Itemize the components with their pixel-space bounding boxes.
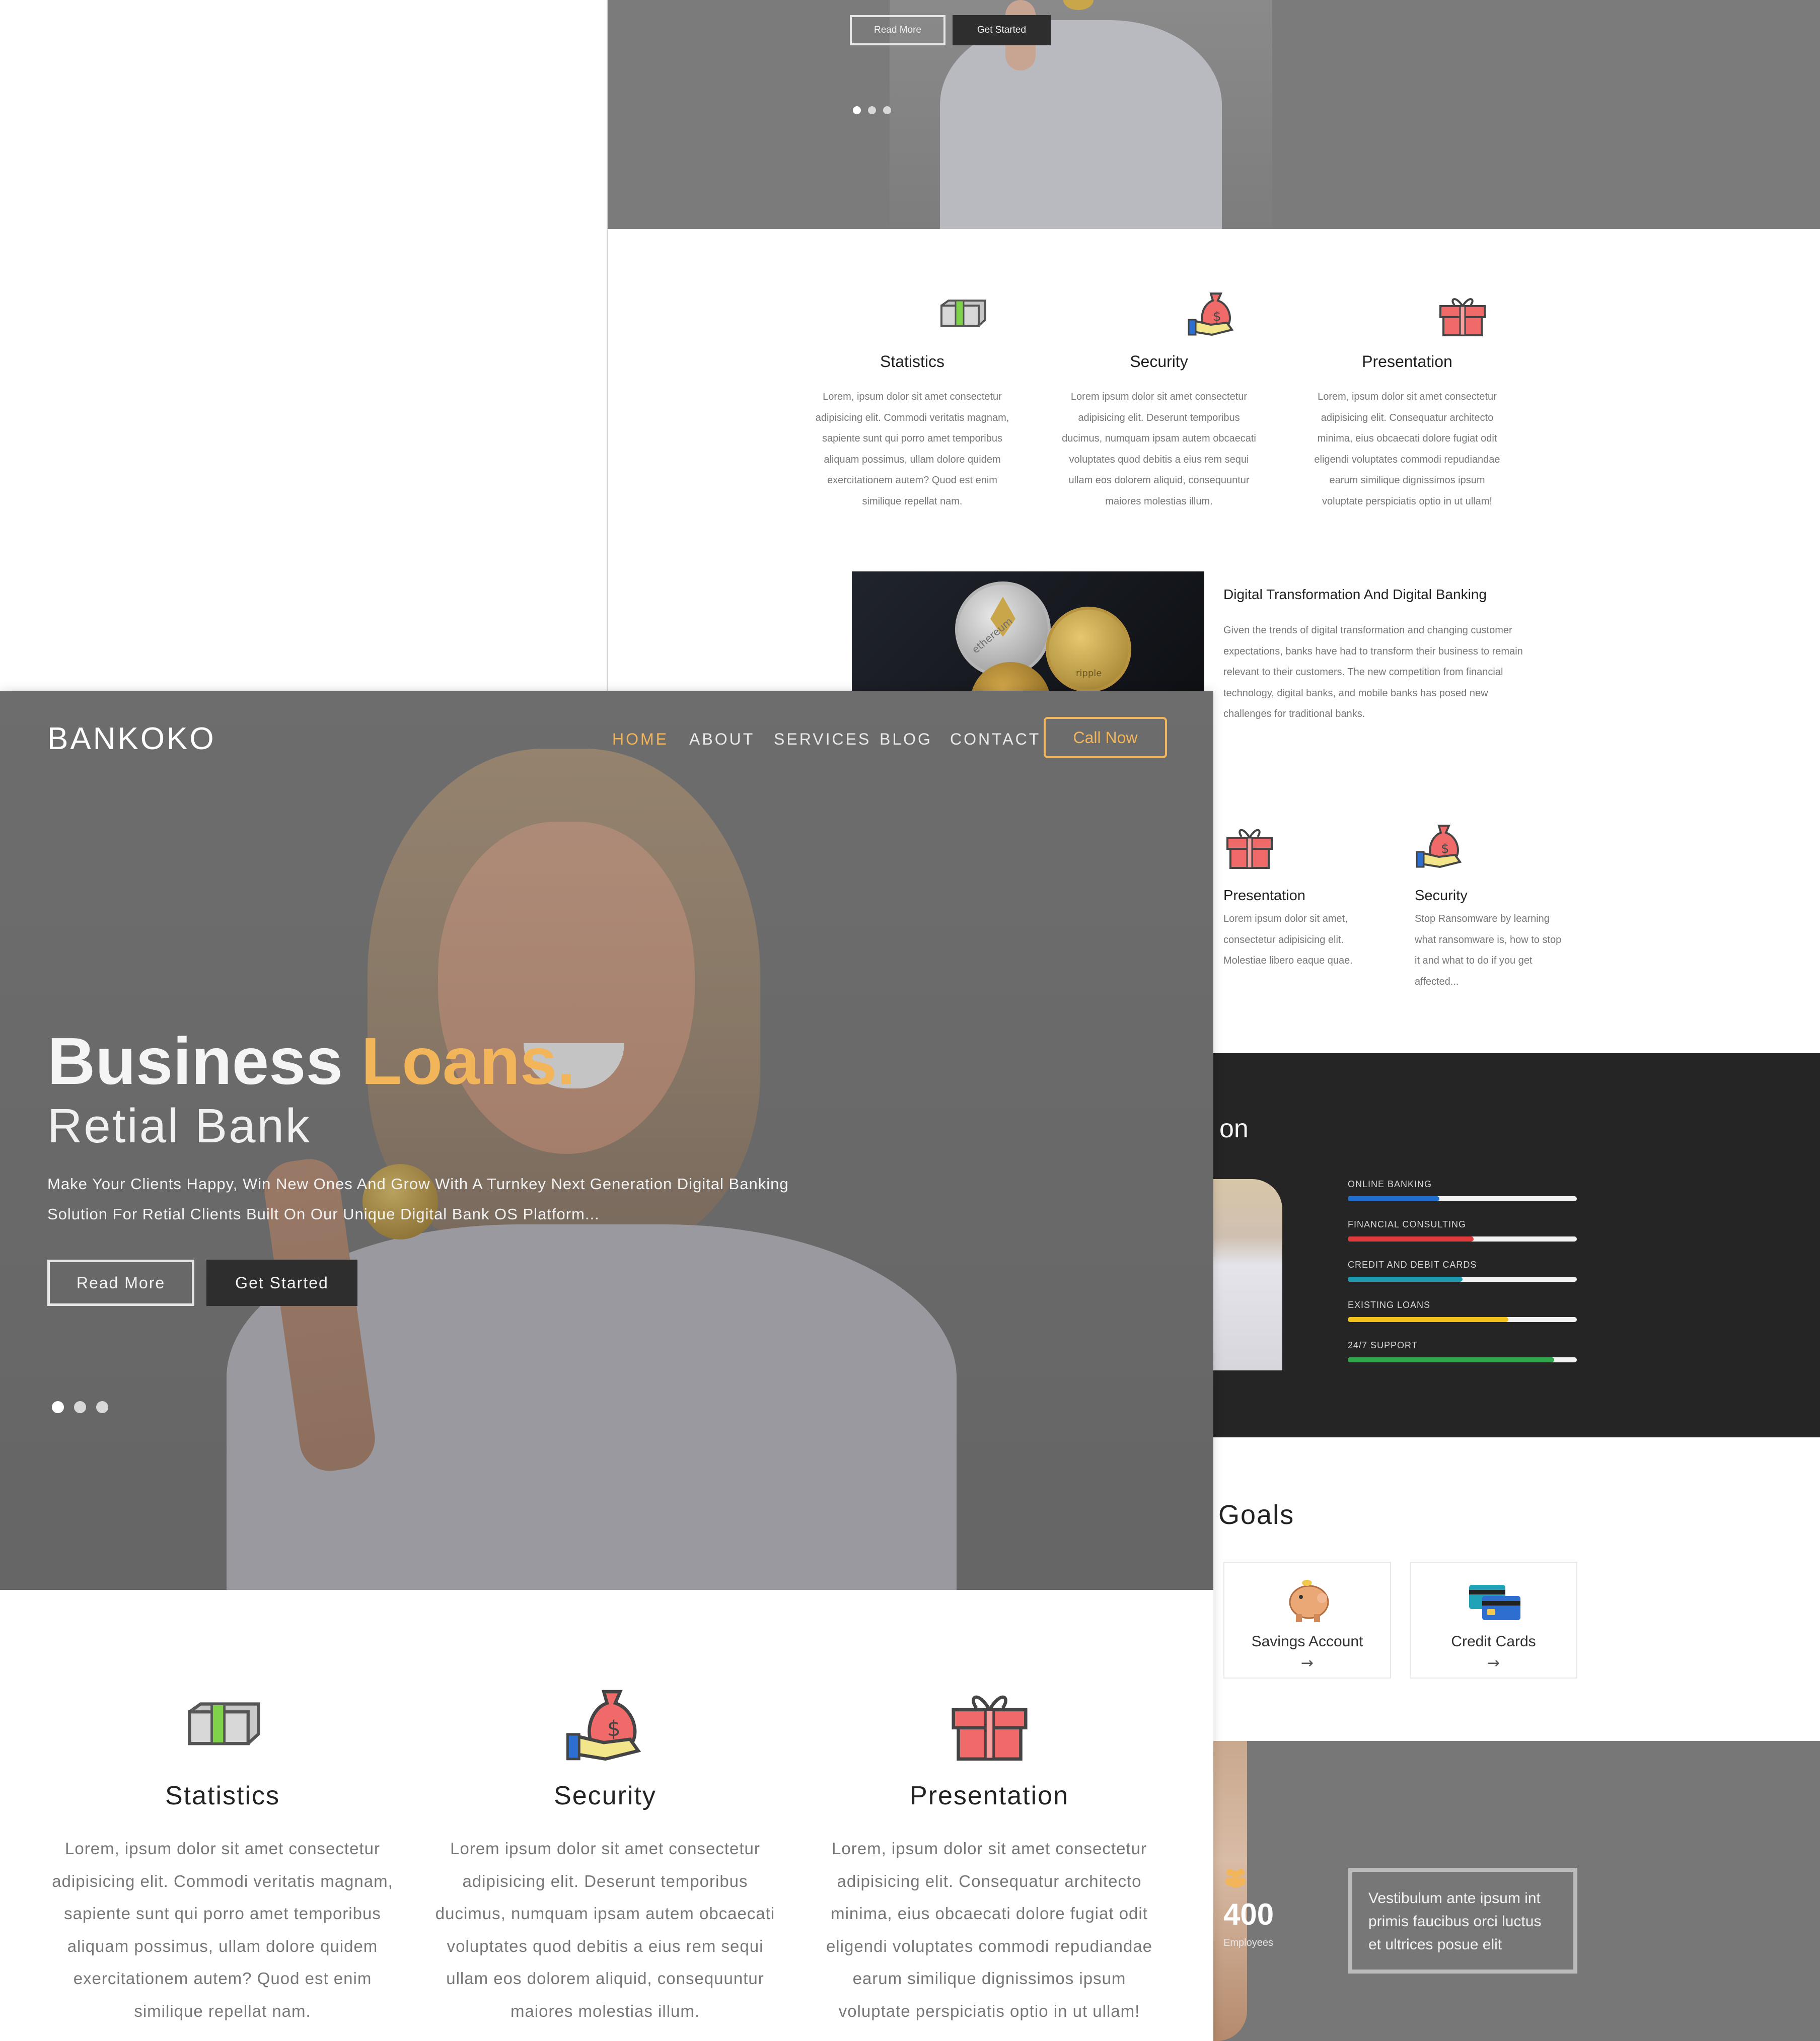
mini-feature-title-security: Security [1415, 888, 1468, 904]
feature-title-presentation: Presentation [910, 1781, 1069, 1810]
call-now-button[interactable]: Call Now [1044, 717, 1167, 758]
arrow-right-icon: → [1300, 1654, 1314, 1672]
skill-bar-label: FINANCIAL CONSULTING [1348, 1219, 1467, 1229]
nav-services[interactable]: SERVICES [774, 730, 871, 749]
skill-bar-fill [1348, 1357, 1554, 1362]
svg-text:$: $ [1441, 841, 1449, 856]
feature-text-statistics: Lorem, ipsum dolor sit amet consectetur a… [52, 1839, 393, 2020]
skill-bar-label: ONLINE BANKING [1348, 1179, 1432, 1189]
about-title: Digital Transformation And Digital Banki… [1223, 587, 1487, 602]
slider-dot-3[interactable] [96, 1401, 108, 1413]
feature-title-security: Security [1130, 352, 1188, 371]
nav-about[interactable]: ABOUT [689, 730, 755, 749]
feature-title-statistics: Statistics [165, 1781, 280, 1810]
hero-shirt [940, 20, 1222, 229]
money-bag-icon: $ [1415, 822, 1465, 872]
back-read-more-button[interactable]: Read More [850, 15, 945, 45]
feature-text-security: Lorem ipsum dolor sit amet consectetur ad… [435, 1839, 775, 2020]
skill-bar-fill [1348, 1277, 1463, 1282]
skill-bar-fill [1348, 1236, 1474, 1242]
users-icon [1223, 1864, 1248, 1889]
feature-title-security: Security [554, 1781, 657, 1810]
mini-feature-text-security: Stop Ransomware by learning what ransomwa… [1415, 913, 1562, 987]
ripple-coin [1046, 607, 1131, 692]
goal-card-savings[interactable]: Savings Account → [1223, 1562, 1391, 1679]
stats-label: Employees [1223, 1937, 1273, 1948]
read-more-button[interactable]: Read More [47, 1260, 194, 1306]
about-text: Given the trends of digital transformati… [1223, 625, 1523, 719]
slider-dot-1[interactable] [853, 106, 861, 114]
stats-number: 400 [1223, 1898, 1274, 1931]
brand-logo[interactable]: BANKOKO [47, 721, 216, 757]
hero-subtitle: Retial Bank [47, 1099, 311, 1153]
cash-icon [937, 295, 988, 335]
nav-blog[interactable]: BLOG [880, 730, 932, 749]
quote-box: Vestibulum ante ipsum int primis faucibus… [1348, 1868, 1577, 1974]
mobile-page: BANKOKO HOME ABOUT SERVICES BLOG CONTACT… [0, 691, 1213, 2041]
skill-bar-track [1348, 1357, 1577, 1362]
slider-dot-1[interactable] [52, 1401, 64, 1413]
skill-bar-track [1348, 1277, 1577, 1282]
nav-home[interactable]: HOME [612, 730, 669, 749]
hero-title-plain: Business [47, 1024, 343, 1098]
hero-section: BANKOKO HOME ABOUT SERVICES BLOG CONTACT… [0, 691, 1213, 1590]
skill-bar-label: CREDIT AND DEBIT CARDS [1348, 1260, 1477, 1270]
skill-bar-track [1348, 1236, 1577, 1242]
arrow-right-icon: → [1487, 1654, 1500, 1672]
credit-cards-icon [1467, 1583, 1522, 1623]
slider-dot-3[interactable] [883, 106, 891, 114]
feature-title-statistics: Statistics [880, 352, 945, 371]
skill-bar-label: 24/7 SUPPORT [1348, 1340, 1418, 1350]
skill-bar-fill [1348, 1196, 1439, 1201]
skills-photo [1212, 1179, 1282, 1370]
svg-text:$: $ [607, 1717, 621, 1741]
goal-label-savings: Savings Account [1251, 1633, 1363, 1650]
feature-text-security: Lorem ipsum dolor sit amet consectetur ad… [1062, 391, 1256, 507]
slider-dot-2[interactable] [868, 106, 876, 114]
goal-label-credit-cards: Credit Cards [1451, 1633, 1536, 1650]
get-started-button[interactable]: Get Started [206, 1260, 357, 1306]
goals-heading: Goals [1218, 1500, 1295, 1530]
crypto-coins-image: ethereum ripple [852, 571, 1204, 692]
feature-text-presentation: Lorem, ipsum dolor sit amet consectetur a… [826, 1839, 1153, 2020]
skill-bar-fill [1348, 1317, 1508, 1322]
gift-icon [948, 1685, 1031, 1763]
skills-heading: on [1219, 1114, 1249, 1143]
gift-icon [1437, 292, 1488, 337]
piggy-bank-icon [1286, 1574, 1331, 1624]
skill-bar-track [1348, 1317, 1577, 1322]
coin-text-ripple: ripple [1076, 668, 1102, 679]
feature-text-presentation: Lorem, ipsum dolor sit amet consectetur a… [1314, 391, 1500, 507]
hero-title-accent: Loans. [361, 1024, 575, 1098]
skill-bar-track [1348, 1196, 1577, 1201]
slider-dot-2[interactable] [74, 1401, 86, 1413]
gift-icon [1224, 822, 1275, 872]
nav-contact[interactable]: CONTACT [950, 730, 1041, 749]
cash-icon [181, 1698, 264, 1753]
hero-description: Make Your Clients Happy, Win New Ones An… [47, 1175, 789, 1223]
feature-title-presentation: Presentation [1362, 352, 1452, 371]
goal-card-credit-cards[interactable]: Credit Cards → [1410, 1562, 1577, 1679]
money-bag-icon: $ [1187, 289, 1237, 337]
back-hero: Read More Get Started [608, 0, 1820, 229]
back-get-started-button[interactable]: Get Started [953, 15, 1051, 45]
mini-feature-text-presentation: Lorem ipsum dolor sit amet, consectetur a… [1223, 913, 1353, 966]
money-bag-icon: $ [564, 1685, 647, 1763]
hero-title: Business Loans. [47, 1023, 575, 1099]
mini-feature-title-presentation: Presentation [1223, 888, 1305, 904]
feature-text-statistics: Lorem, ipsum dolor sit amet consectetur a… [815, 391, 1009, 507]
skill-bar-label: EXISTING LOANS [1348, 1300, 1431, 1310]
svg-text:$: $ [1213, 309, 1221, 324]
